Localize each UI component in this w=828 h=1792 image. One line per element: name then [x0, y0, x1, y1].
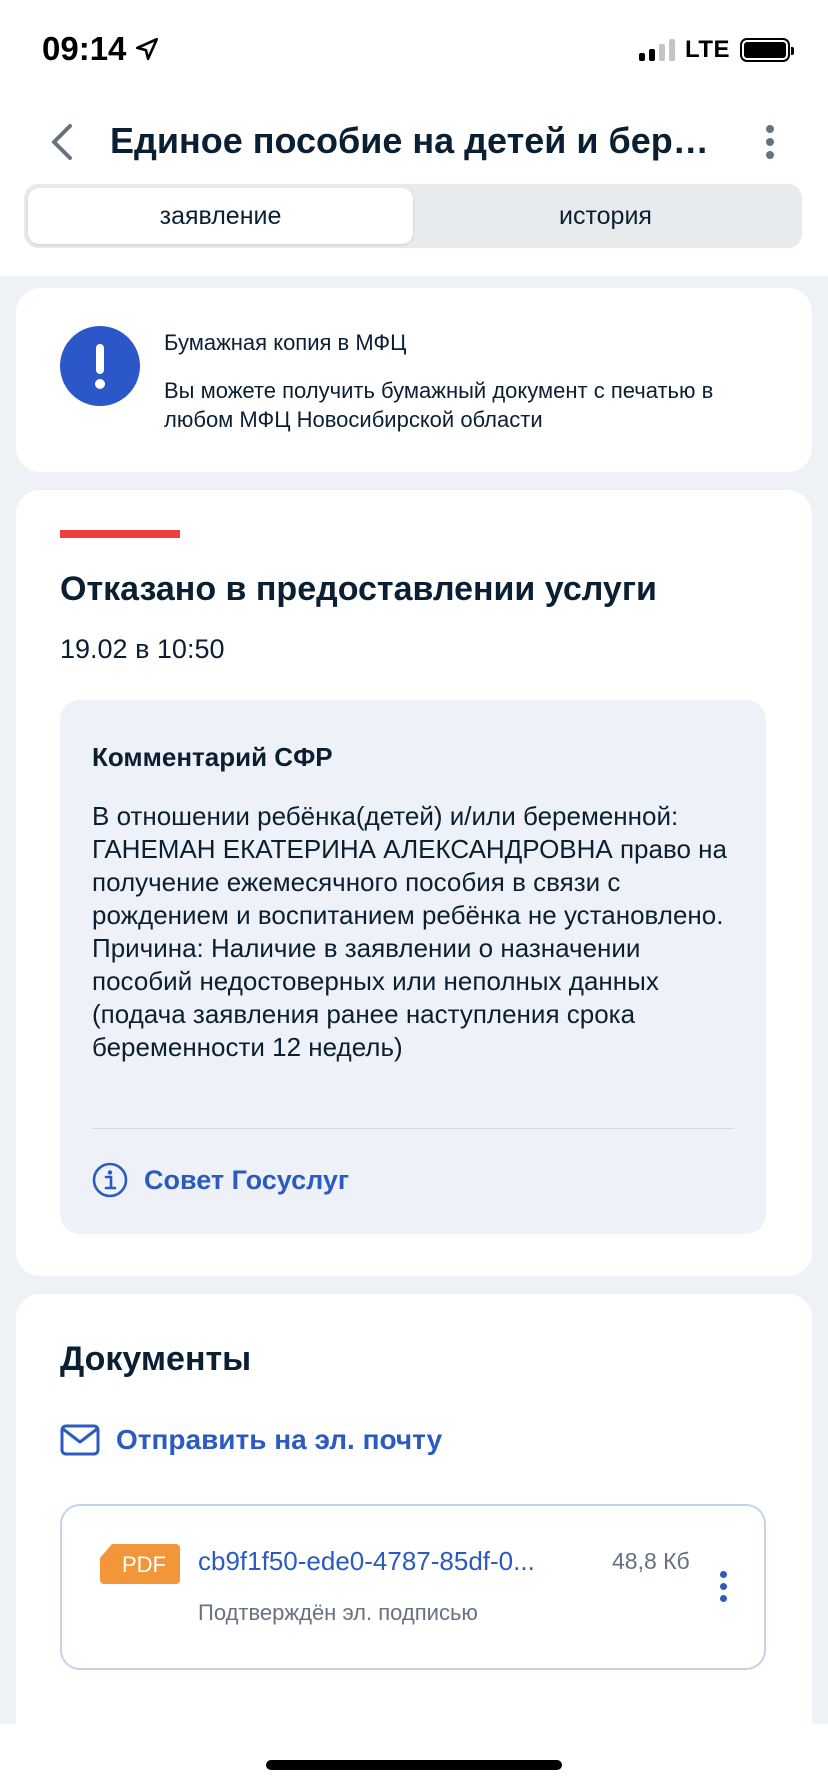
documents-heading: Документы [60, 1340, 252, 1378]
file-name[interactable]: cb9f1f50-ede0-4787-85df-0... [198, 1546, 588, 1577]
tab-application[interactable]: заявление [28, 188, 413, 244]
send-email-label: Отправить на эл. почту [116, 1424, 443, 1455]
location-arrow-icon [136, 37, 159, 61]
gosuslugi-advice-link[interactable]: Совет Госуслуг [92, 1162, 349, 1198]
pdf-file-icon: PDF [100, 1544, 180, 1584]
file-options-button[interactable] [708, 1562, 738, 1610]
clock: 09:14 [42, 30, 127, 67]
advice-label: Совет Госуслуг [144, 1164, 350, 1195]
alert-icon [60, 326, 140, 406]
status-heading: Отказано в предоставлении услуги [60, 570, 657, 608]
status-accent-bar [60, 530, 180, 538]
cellular-signal-icon [638, 39, 675, 61]
bottom-area [0, 1724, 828, 1792]
page-title: Единое пособие на детей и бере... [110, 120, 720, 161]
network-type: LTE [684, 36, 730, 63]
status-date: 19.02 в 10:50 [60, 634, 225, 664]
info-title: Бумажная копия в МФЦ [164, 330, 407, 355]
info-text: Вы можете получить бумажный документ с п… [164, 378, 714, 432]
divider [92, 1128, 734, 1129]
file-size: 48,8 Кб [612, 1548, 690, 1574]
document-file-item[interactable]: PDF cb9f1f50-ede0-4787-85df-0... 48,8 Кб… [60, 1504, 766, 1670]
more-dot-icon [719, 1594, 727, 1602]
tab-history[interactable]: история [413, 188, 798, 244]
more-dot-icon [719, 1570, 727, 1578]
chevron-left-icon [52, 124, 72, 160]
more-dot-icon [766, 125, 774, 133]
file-type-label: PDF [122, 1552, 166, 1577]
more-dot-icon [766, 151, 774, 159]
send-email-link[interactable]: Отправить на эл. почту [60, 1424, 442, 1456]
status-bar: 09:14 LTE [0, 0, 828, 96]
more-options-button[interactable] [750, 118, 790, 166]
battery-icon [740, 38, 794, 62]
back-button[interactable] [38, 118, 86, 166]
comment-text: В отношении ребёнка(детей) и/или беремен… [92, 801, 727, 1062]
header: Единое пособие на детей и бере... заявле… [0, 96, 828, 276]
more-dot-icon [719, 1582, 727, 1590]
home-indicator[interactable] [266, 1760, 562, 1770]
comment-box: Комментарий СФР В отношении ребёнка(дете… [60, 700, 766, 1234]
documents-card: Документы Отправить на эл. почту PDF cb9… [16, 1294, 812, 1724]
file-signature-status: Подтверждён эл. подписью [198, 1600, 478, 1625]
status-indicators: LTE [638, 36, 794, 64]
info-circle-icon [92, 1162, 128, 1198]
more-dot-icon [766, 138, 774, 146]
status-time: 09:14 [42, 30, 160, 68]
paper-copy-info-card: Бумажная копия в МФЦ Вы можете получить … [16, 288, 812, 472]
comment-title: Комментарий СФР [92, 742, 333, 772]
application-status-card: Отказано в предоставлении услуги 19.02 в… [16, 490, 812, 1276]
segmented-tabs: заявление история [24, 184, 802, 248]
envelope-icon [60, 1424, 100, 1456]
